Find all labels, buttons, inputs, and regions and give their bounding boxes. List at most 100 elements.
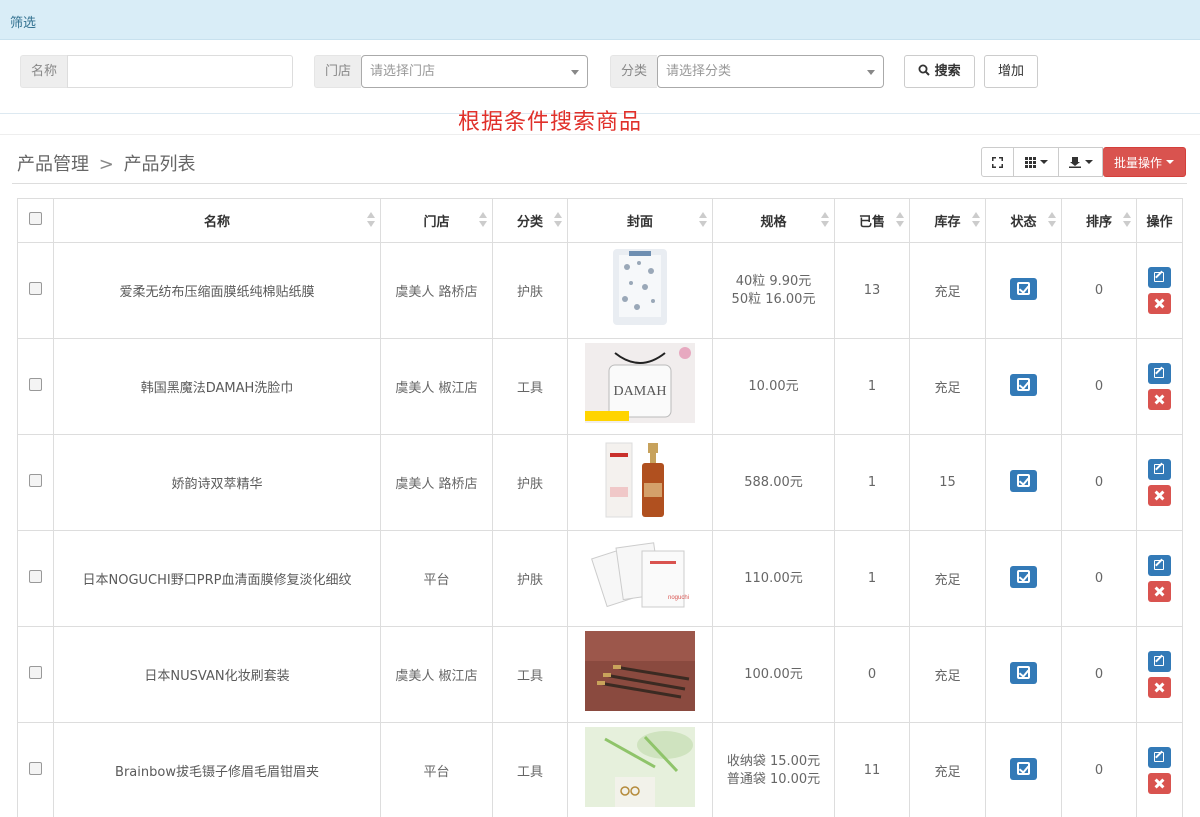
product-cover-cell	[567, 626, 713, 723]
product-sold: 1	[834, 530, 910, 627]
column-header-stock[interactable]: 库存	[909, 198, 986, 243]
select-all-cell	[17, 198, 54, 243]
row-select-cell	[17, 338, 54, 435]
column-header-category[interactable]: 分类	[492, 198, 568, 243]
sort-icon	[479, 212, 487, 228]
column-header-status[interactable]: 状态	[985, 198, 1062, 243]
batch-operation-button[interactable]: 批量操作	[1103, 147, 1186, 177]
column-header-label: 排序	[1085, 215, 1112, 230]
column-header-label: 操作	[1146, 215, 1173, 230]
column-header-label: 门店	[423, 215, 450, 230]
select-all-checkbox[interactable]	[29, 212, 42, 225]
row-checkbox[interactable]	[29, 378, 42, 391]
product-cover-image: DAMAH	[585, 342, 695, 427]
store-select[interactable]: 请选择门店	[361, 55, 589, 88]
product-cover-cell: noguchi	[567, 530, 713, 627]
status-toggle-button[interactable]	[1010, 469, 1037, 492]
search-button[interactable]: 搜索	[904, 55, 975, 88]
product-category: 护肤	[492, 242, 568, 339]
spec-line: 普通袋 10.00元	[726, 771, 821, 787]
edit-button[interactable]	[1148, 555, 1171, 576]
delete-button[interactable]	[1148, 677, 1171, 698]
row-select-cell	[17, 626, 54, 723]
product-cover-cell	[567, 242, 713, 339]
product-actions	[1136, 434, 1183, 531]
product-cover-image	[609, 247, 671, 331]
product-name: 娇韵诗双萃精华	[53, 434, 381, 531]
row-checkbox[interactable]	[29, 474, 42, 487]
column-header-sold[interactable]: 已售	[834, 198, 910, 243]
check-square-icon	[1017, 377, 1030, 391]
product-spec: 100.00元	[712, 626, 835, 723]
name-label: 名称	[20, 55, 68, 88]
product-stock: 充足	[909, 338, 986, 435]
product-name: Brainbow拔毛镊子修眉毛眉钳眉夹	[53, 722, 381, 817]
table-row: Brainbow拔毛镊子修眉毛眉钳眉夹 平台 工具 收纳袋 15.00元 普通袋 …	[17, 722, 1183, 817]
edit-button[interactable]	[1148, 267, 1171, 288]
column-header-cover[interactable]: 封面	[567, 198, 713, 243]
add-button[interactable]: 增加	[984, 55, 1038, 88]
edit-button[interactable]	[1148, 651, 1171, 672]
search-button-label: 搜索	[934, 64, 961, 79]
row-checkbox[interactable]	[29, 282, 42, 295]
product-actions	[1136, 338, 1183, 435]
svg-text:noguchi: noguchi	[668, 595, 689, 601]
column-header-store[interactable]: 门店	[380, 198, 493, 243]
row-checkbox[interactable]	[29, 666, 42, 679]
product-sort: 0	[1061, 722, 1137, 817]
product-name: 日本NOGUCHI野口PRP血清面膜修复淡化细纹	[53, 530, 381, 627]
delete-button[interactable]	[1148, 485, 1171, 506]
breadcrumb: 产品管理 > 产品列表	[17, 150, 196, 176]
edit-icon	[1154, 272, 1164, 282]
annotation-text: 根据条件搜索商品	[458, 110, 643, 135]
breadcrumb-separator: >	[98, 154, 114, 175]
status-toggle-button[interactable]	[1010, 565, 1037, 588]
row-select-cell	[17, 434, 54, 531]
status-toggle-button[interactable]	[1010, 373, 1037, 396]
column-header-name[interactable]: 名称	[53, 198, 381, 243]
row-checkbox[interactable]	[29, 762, 42, 775]
table-row: 爱柔无纺布压缩面膜纸纯棉贴纸膜 虞美人 路桥店 护肤 40粒 9.90元 50粒 …	[17, 242, 1183, 339]
category-filter-group: 分类 请选择分类	[610, 55, 885, 88]
edit-button[interactable]	[1148, 747, 1171, 768]
product-stock: 15	[909, 434, 986, 531]
delete-button[interactable]	[1148, 581, 1171, 602]
store-filter-group: 门店 请选择门店	[314, 55, 589, 88]
status-toggle-button[interactable]	[1010, 757, 1037, 780]
category-select[interactable]: 请选择分类	[657, 55, 885, 88]
product-sort: 0	[1061, 626, 1137, 723]
column-header-label: 封面	[626, 215, 653, 230]
sort-icon	[367, 212, 375, 228]
status-toggle-button[interactable]	[1010, 277, 1037, 300]
status-toggle-button[interactable]	[1010, 661, 1037, 684]
name-input[interactable]	[67, 55, 294, 88]
sort-icon	[554, 212, 562, 228]
product-actions	[1136, 626, 1183, 723]
delete-button[interactable]	[1148, 389, 1171, 410]
chevron-down-icon	[571, 70, 580, 75]
product-store: 虞美人 椒江店	[380, 626, 493, 723]
column-header-label: 库存	[934, 215, 961, 230]
breadcrumb-parent[interactable]: 产品管理	[17, 154, 89, 175]
edit-button[interactable]	[1148, 459, 1171, 480]
product-actions	[1136, 530, 1183, 627]
delete-button[interactable]	[1148, 773, 1171, 794]
product-sort: 0	[1061, 434, 1137, 531]
column-header-spec[interactable]: 规格	[712, 198, 835, 243]
product-status-cell	[985, 242, 1062, 339]
table-row: 娇韵诗双萃精华 虞美人 路桥店 护肤 588.00元 1 15 0	[17, 434, 1183, 531]
export-button[interactable]	[1059, 147, 1103, 177]
columns-toggle-button[interactable]	[1014, 147, 1059, 177]
product-name: 韩国黑魔法DAMAH洗脸巾	[53, 338, 381, 435]
column-header-sort[interactable]: 排序	[1061, 198, 1137, 243]
fullscreen-button[interactable]	[981, 147, 1014, 177]
close-icon	[1155, 683, 1164, 692]
edit-button[interactable]	[1148, 363, 1171, 384]
product-cover-image	[585, 726, 695, 811]
row-checkbox[interactable]	[29, 570, 42, 583]
product-cover-cell	[567, 434, 713, 531]
product-stock: 充足	[909, 722, 986, 817]
category-select-placeholder: 请选择分类	[666, 64, 732, 79]
delete-button[interactable]	[1148, 293, 1171, 314]
svg-text:DAMAH: DAMAH	[614, 384, 667, 399]
